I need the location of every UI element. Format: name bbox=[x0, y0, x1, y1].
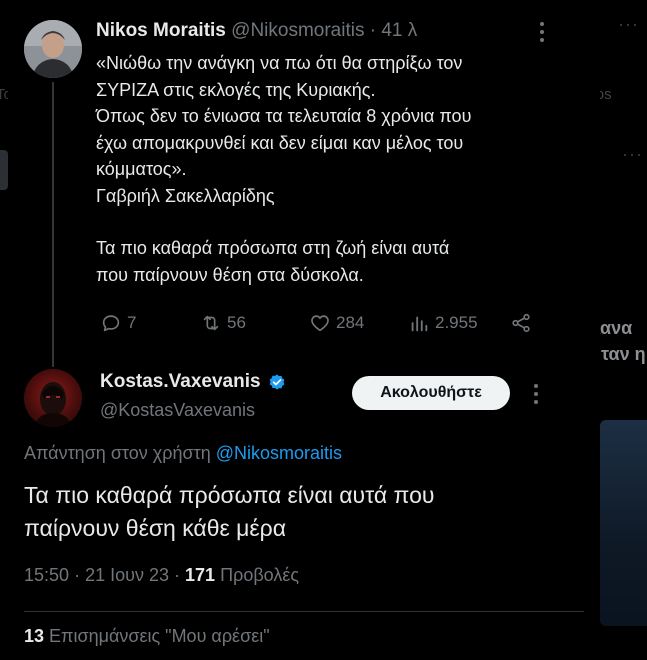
reply-context: Απάντηση στον χρήστη @Nikosmoraitis bbox=[24, 443, 342, 464]
reply-icon bbox=[102, 315, 120, 332]
separator-dot: · bbox=[174, 565, 180, 585]
tweet-text-line: Τα πιο καθαρά πρόσωπα στη ζωή είναι αυτά bbox=[96, 238, 450, 258]
tweet-text-line: Όπως δεν το ένιωσα τα τελευταία 8 χρόνια… bbox=[96, 106, 472, 126]
background-post-image bbox=[600, 420, 647, 626]
background-fragment bbox=[0, 150, 8, 190]
tweet-text: Τα πιο καθαρά πρόσωπα είναι αυτά που παί… bbox=[24, 479, 564, 545]
like-count: 284 bbox=[336, 313, 365, 332]
tweet-text-line: που παίρνουν θέση στα δύσκολα. bbox=[96, 264, 364, 285]
tweet-text-line: ΣΥΡΙΖΑ στις εκλογές της Κυριακής. bbox=[96, 79, 376, 100]
reply-count: 7 bbox=[127, 313, 137, 332]
tweet-text-line: έχω απομακρυνθεί και δεν είμαι καν μέλος… bbox=[96, 132, 464, 153]
verified-badge-icon bbox=[269, 374, 284, 390]
views-button[interactable]: 2.955 bbox=[408, 312, 478, 334]
tweet-text-line: «Νιώθω την ανάγκη να πω ότι θα στηρίξω τ… bbox=[96, 53, 463, 73]
repost-count: 56 bbox=[227, 313, 246, 332]
author-name-text: Kostas.Vaxevanis bbox=[100, 371, 261, 392]
likes-label: Επισημάνσεις "Μου αρέσει" bbox=[49, 626, 270, 646]
repost-icon bbox=[203, 315, 219, 331]
tweet-text-line: Γαβριήλ Σακελλαρίδης bbox=[96, 185, 275, 206]
avatar[interactable] bbox=[24, 369, 82, 427]
tweet-modal: Nikos Moraitis @Nikosmoraitis · 41 λ «Νι… bbox=[8, 0, 600, 660]
like-button[interactable]: 284 bbox=[309, 312, 364, 334]
views-count: 2.955 bbox=[435, 313, 478, 332]
heart-icon bbox=[311, 315, 329, 332]
tweet-meta: 15:50 · 21 Ιουν 23 · 171 Προβολές bbox=[24, 565, 299, 586]
background-more-icon: ··· bbox=[618, 14, 639, 34]
likes-count: 13 bbox=[24, 626, 45, 646]
tweet-timestamp[interactable]: 41 λ bbox=[381, 20, 417, 41]
author-handle[interactable]: @Nikosmoraitis bbox=[231, 20, 364, 41]
more-dots-icon[interactable] bbox=[530, 20, 554, 44]
divider bbox=[24, 611, 584, 612]
author-handle[interactable]: @KostasVaxevanis bbox=[100, 400, 255, 421]
tweet-header: Nikos Moraitis @Nikosmoraitis · 41 λ bbox=[96, 20, 417, 42]
author-name[interactable]: Kostas.Vaxevanis bbox=[100, 371, 287, 393]
separator-dot: · bbox=[369, 20, 377, 41]
thread-line bbox=[52, 82, 54, 367]
views-bar-icon bbox=[411, 316, 428, 332]
tweet-actions: 7 56 284 2.955 bbox=[100, 312, 540, 340]
avatar[interactable] bbox=[24, 20, 82, 78]
tweet-date[interactable]: 21 Ιουν 23 bbox=[85, 565, 169, 585]
more-dots-icon[interactable] bbox=[524, 382, 548, 406]
author-name[interactable]: Nikos Moraitis bbox=[96, 20, 226, 41]
reply-button[interactable]: 7 bbox=[100, 312, 136, 334]
views-count: 171 bbox=[185, 565, 216, 585]
share-button[interactable] bbox=[510, 312, 532, 334]
separator-dot: · bbox=[74, 565, 81, 585]
background-more-icon-2: ··· bbox=[622, 144, 643, 164]
follow-button[interactable]: Ακολουθήστε bbox=[352, 376, 510, 410]
tweet-text-line: κόμματος». bbox=[96, 159, 187, 179]
repost-button[interactable]: 56 bbox=[200, 312, 246, 334]
share-icon bbox=[512, 313, 530, 333]
tweet-time[interactable]: 15:50 bbox=[24, 565, 69, 585]
reply-prefix: Απάντηση στον χρήστη bbox=[24, 443, 211, 463]
likes-summary[interactable]: 13 Επισημάνσεις "Μου αρέσει" bbox=[24, 626, 270, 647]
reply-mention-link[interactable]: @Nikosmoraitis bbox=[216, 443, 342, 463]
views-label: Προβολές bbox=[220, 565, 300, 585]
tweet-text-line: παίρνουν θέση κάθε μέρα bbox=[24, 515, 287, 541]
tweet-text-line: Τα πιο καθαρά πρόσωπα είναι αυτά που bbox=[24, 482, 435, 508]
tweet-text: «Νιώθω την ανάγκη να πω ότι θα στηρίξω τ… bbox=[96, 50, 566, 288]
